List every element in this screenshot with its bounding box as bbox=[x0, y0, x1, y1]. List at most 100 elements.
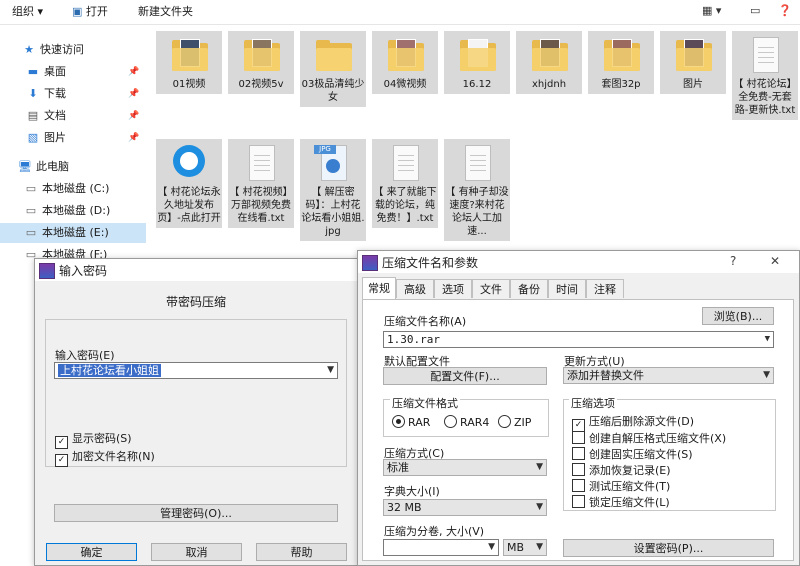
help-button[interactable]: 帮助 bbox=[256, 543, 347, 561]
file-item[interactable]: 【 有种子却没速度?来村花论坛人工加速... bbox=[444, 139, 510, 241]
nav-downloads[interactable]: ⬇ 下载 📌 bbox=[26, 84, 146, 104]
preview-pane-icon[interactable]: ▭ bbox=[750, 4, 760, 20]
navigation-pane: ★ 快速访问 ▬ 桌面 📌 ⬇ 下载 📌 ▤ 文档 📌 ▧ 图片 📌 🖥 此电脑 ▭ 本地磁盘… bbox=[0, 25, 146, 275]
star-icon: ★ bbox=[24, 43, 34, 56]
chevron-down-icon: ▼ bbox=[536, 462, 543, 472]
folder-icon bbox=[444, 31, 510, 77]
desktop-icon: ▬ bbox=[27, 65, 39, 78]
test-archive-checkbox[interactable]: 测试压缩文件(T) bbox=[572, 479, 670, 493]
folder-icon bbox=[228, 31, 294, 77]
nav-drive-c[interactable]: ▭ 本地磁盘 (C:) bbox=[24, 179, 110, 199]
archive-options-label: 压缩选项 bbox=[569, 395, 617, 411]
file-item[interactable]: 03极品清纯少女 bbox=[300, 31, 366, 107]
computer-icon: 🖥 bbox=[18, 160, 32, 173]
help-icon[interactable]: ? bbox=[730, 254, 736, 268]
jpg-file-icon: JPG bbox=[300, 139, 366, 185]
open-button[interactable]: ▣ 打开 bbox=[72, 4, 108, 20]
nav-quick-access[interactable]: ★ 快速访问 bbox=[22, 40, 84, 60]
recovery-record-checkbox[interactable]: 添加恢复记录(E) bbox=[572, 463, 671, 477]
split-size-input[interactable]: ▼ bbox=[383, 539, 499, 556]
document-icon: ▤ bbox=[27, 109, 39, 122]
checkbox-icon bbox=[572, 447, 585, 460]
drive-icon: ▭ bbox=[25, 204, 37, 217]
format-zip-radio[interactable]: ZIP bbox=[498, 415, 531, 429]
chevron-down-icon[interactable]: ▼ bbox=[765, 332, 770, 347]
file-item[interactable]: 【 来了就能下载的论坛，纯免费！】.txt bbox=[372, 139, 438, 228]
file-item[interactable]: 04微视频 bbox=[372, 31, 438, 94]
tab-general[interactable]: 常规 bbox=[362, 277, 396, 299]
encrypt-filenames-checkbox[interactable]: ✓ 加密文件名称(N) bbox=[55, 450, 155, 467]
file-item[interactable]: JPG 【 解压密码】：上村花论坛看小姐姐.jpg bbox=[300, 139, 366, 241]
pin-icon: 📌 bbox=[128, 89, 140, 99]
nav-this-pc[interactable]: 🖥 此电脑 bbox=[18, 157, 69, 177]
cancel-button[interactable]: 取消 bbox=[151, 543, 242, 561]
checkbox-icon bbox=[572, 431, 585, 444]
tab-files[interactable]: 文件 bbox=[472, 279, 510, 298]
help-icon[interactable]: ❓ bbox=[778, 4, 792, 20]
file-item[interactable]: 套图32p bbox=[588, 31, 654, 94]
checkbox-checked-icon: ✓ bbox=[55, 436, 68, 449]
password-input[interactable]: 上村花论坛看小姐姐 ▼ bbox=[54, 362, 338, 379]
file-item[interactable]: 【 村花论坛永久地址发布页】-点此打开 bbox=[156, 139, 222, 228]
checkbox-icon bbox=[572, 479, 585, 492]
archive-name-input[interactable]: 1.30.rar ▼ bbox=[383, 331, 774, 348]
chevron-down-icon[interactable]: ▼ bbox=[327, 363, 334, 378]
show-password-checkbox[interactable]: ✓ 显示密码(S) bbox=[55, 432, 132, 449]
create-sfx-checkbox[interactable]: 创建自解压格式压缩文件(X) bbox=[572, 431, 726, 445]
dictionary-size-select[interactable]: 32 MB ▼ bbox=[383, 499, 547, 516]
nav-documents[interactable]: ▤ 文档 📌 bbox=[26, 106, 146, 126]
drive-icon: ▭ bbox=[25, 182, 37, 195]
dictionary-size-label: 字典大小(I) bbox=[384, 485, 440, 498]
text-file-icon bbox=[372, 139, 438, 185]
folder-icon bbox=[372, 31, 438, 77]
format-rar4-radio[interactable]: RAR4 bbox=[444, 415, 489, 429]
file-item[interactable]: 图片 bbox=[660, 31, 726, 94]
browse-button[interactable]: 浏览(B)... bbox=[702, 307, 774, 325]
password-dialog: 输入密码 带密码压缩 输入密码(E) 上村花论坛看小姐姐 ▼ ✓ 显示密码(S) … bbox=[34, 258, 358, 566]
tab-options[interactable]: 选项 bbox=[434, 279, 472, 298]
nav-desktop[interactable]: ▬ 桌面 📌 bbox=[26, 62, 146, 82]
set-password-button[interactable]: 设置密码(P)... bbox=[563, 539, 774, 557]
format-rar-radio[interactable]: RAR bbox=[392, 415, 430, 429]
tab-advanced[interactable]: 高级 bbox=[396, 279, 434, 298]
file-item[interactable]: xhjdnh bbox=[516, 31, 582, 94]
view-options-icon[interactable]: ▦ ▾ bbox=[702, 4, 721, 20]
archive-name-label: 压缩文件名称(A) bbox=[384, 315, 467, 328]
nav-pictures[interactable]: ▧ 图片 📌 bbox=[26, 128, 146, 148]
folder-icon bbox=[300, 31, 366, 77]
nav-drive-e[interactable]: ▭ 本地磁盘 (E:) bbox=[0, 223, 146, 243]
ok-button[interactable]: 确定 bbox=[46, 543, 137, 561]
file-list: 01视频 02视频5v 03极品清纯少女 04微视频 16.12 xhjdnh … bbox=[150, 25, 800, 255]
split-unit-select[interactable]: MB ▼ bbox=[503, 539, 547, 556]
tab-comment[interactable]: 注释 bbox=[586, 279, 624, 298]
tab-backup[interactable]: 备份 bbox=[510, 279, 548, 298]
delete-after-archiving-checkbox[interactable]: ✓ 压缩后删除源文件(D) bbox=[572, 415, 694, 432]
chevron-down-icon[interactable]: ▼ bbox=[488, 540, 495, 555]
solid-archive-checkbox[interactable]: 创建固实压缩文件(S) bbox=[572, 447, 693, 461]
folder-icon bbox=[516, 31, 582, 77]
manage-passwords-button[interactable]: 管理密码(O)... bbox=[54, 504, 338, 522]
lock-archive-checkbox[interactable]: 锁定压缩文件(L) bbox=[572, 495, 670, 509]
checkbox-icon bbox=[572, 495, 585, 508]
file-item[interactable]: 02视频5v bbox=[228, 31, 294, 94]
radio-selected-icon bbox=[392, 415, 405, 428]
tab-time[interactable]: 时间 bbox=[548, 279, 586, 298]
close-icon[interactable]: ✕ bbox=[770, 254, 780, 268]
split-volumes-label: 压缩为分卷, 大小(V) bbox=[384, 525, 485, 538]
profiles-button[interactable]: 配置文件(F)... bbox=[383, 367, 547, 385]
file-item[interactable]: 【 村花论坛】全免费-无套路-更新快.txt bbox=[732, 31, 798, 120]
archive-dialog: 压缩文件名和参数 ? ✕ 常规 高级 选项 文件 备份 时间 注释 压缩文件名称… bbox=[357, 250, 800, 566]
new-folder-button[interactable]: 新建文件夹 bbox=[138, 4, 193, 20]
nav-drive-d[interactable]: ▭ 本地磁盘 (D:) bbox=[24, 201, 110, 221]
compression-method-select[interactable]: 标准 ▼ bbox=[383, 459, 547, 476]
radio-icon bbox=[498, 415, 511, 428]
file-item[interactable]: 【 村花视频】万部视频免费在线看.txt bbox=[228, 139, 294, 228]
picture-icon: ▧ bbox=[27, 131, 39, 144]
organize-menu[interactable]: 组织 ▾ bbox=[12, 4, 43, 20]
pin-icon: 📌 bbox=[128, 133, 140, 143]
password-label: 输入密码(E) bbox=[55, 349, 115, 362]
file-item[interactable]: 16.12 bbox=[444, 31, 510, 94]
file-item[interactable]: 01视频 bbox=[156, 31, 222, 94]
checkbox-icon bbox=[572, 463, 585, 476]
update-mode-select[interactable]: 添加并替换文件 ▼ bbox=[563, 367, 774, 384]
